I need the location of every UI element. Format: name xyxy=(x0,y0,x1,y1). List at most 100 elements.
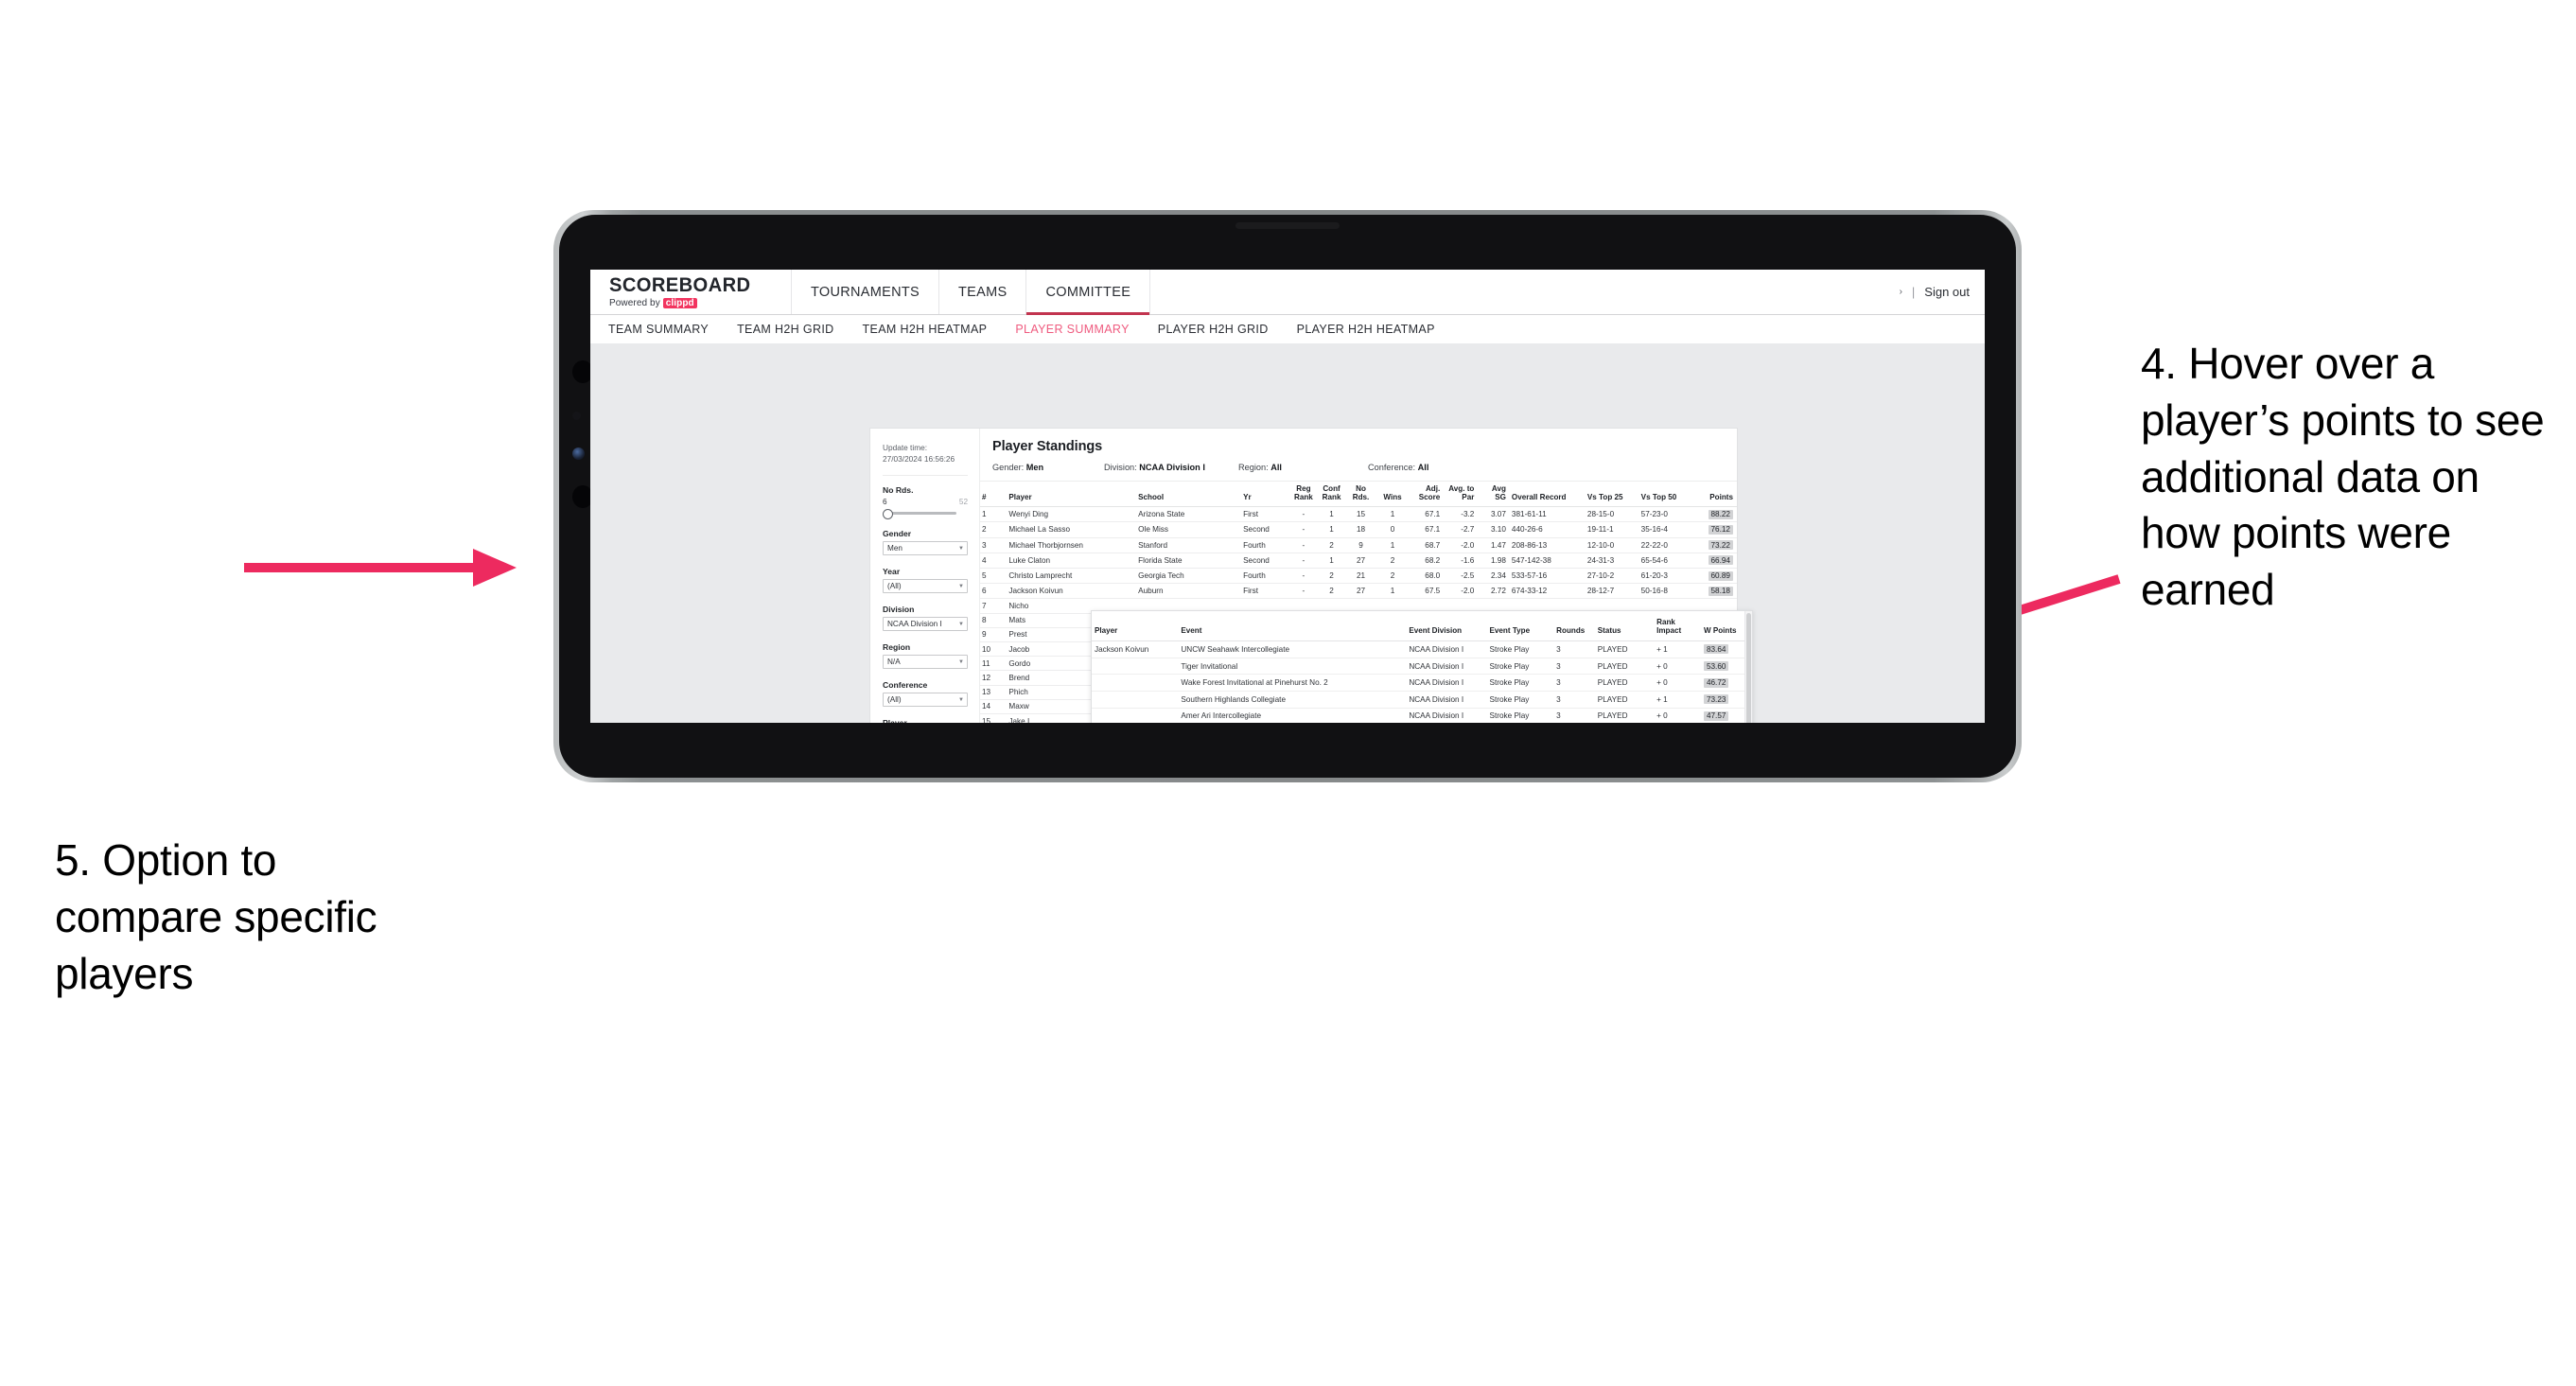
tablet-body: SCOREBOARD Powered by clippd TOURNAMENTS… xyxy=(559,215,2016,778)
col-school[interactable]: School xyxy=(1136,482,1242,508)
tt-cell-rounds: 3 xyxy=(1553,708,1595,723)
filter-player: Player (All) ▼ xyxy=(883,718,968,723)
col-vs-top-25[interactable]: Vs Top 25 xyxy=(1585,482,1639,508)
cell-par: -2.0 xyxy=(1444,537,1479,553)
tt-cell-player: Jackson Koivun xyxy=(1092,640,1179,658)
sign-out-link[interactable]: Sign out xyxy=(1924,285,1970,299)
tab-team-summary[interactable]: TEAM SUMMARY xyxy=(608,323,709,336)
col-points[interactable]: Points xyxy=(1692,482,1737,508)
cell-yr: Second xyxy=(1241,521,1290,538)
tooltip-scrollbar-thumb[interactable] xyxy=(1746,613,1751,723)
cell-points: 66.94 xyxy=(1692,553,1737,569)
nav-teams[interactable]: TEAMS xyxy=(939,270,1027,314)
col-rank[interactable]: # xyxy=(980,482,1008,508)
cell-par: -2.5 xyxy=(1444,568,1479,585)
tt-points-badge: 46.72 xyxy=(1703,677,1729,688)
slider-handle[interactable] xyxy=(883,509,893,520)
app-canvas: Update time: 27/03/2024 16:56:26 No Rds.… xyxy=(590,343,1985,723)
tt-col-rank-impact: Rank Impact xyxy=(1654,611,1701,642)
year-select-value: (All) xyxy=(887,582,902,591)
col-yr[interactable]: Yr xyxy=(1241,482,1290,508)
gender-select[interactable]: Men ▼ xyxy=(883,541,968,556)
col-vs-top-50[interactable]: Vs Top 50 xyxy=(1638,482,1693,508)
cell-rank: 13 xyxy=(980,685,1008,700)
brand-subtitle: Powered by clippd xyxy=(609,298,770,308)
tab-player-h2h-heatmap[interactable]: PLAYER H2H HEATMAP xyxy=(1297,323,1435,336)
tooltip-scrollbar[interactable] xyxy=(1744,611,1752,723)
tooltip-table-body: Jackson Koivun UNCW Seahawk Intercollegia… xyxy=(1092,640,1752,723)
col-no-rds[interactable]: No Rds. xyxy=(1346,482,1376,508)
divider: | xyxy=(1911,285,1916,299)
cell-rank: 8 xyxy=(980,613,1008,628)
tab-player-h2h-grid[interactable]: PLAYER H2H GRID xyxy=(1158,323,1269,336)
secondary-nav: TEAM SUMMARY TEAM H2H GRID TEAM H2H HEAT… xyxy=(590,315,1985,344)
chevron-down-icon: ▼ xyxy=(958,545,964,552)
table-row[interactable]: 1 Wenyi Ding Arizona State First -1 15 1 67.1 -3… xyxy=(980,506,1737,523)
tooltip-header-row: Player Event Event Division Event Type R… xyxy=(1092,611,1752,642)
table-row[interactable]: 3 Michael Thorbjornsen Stanford Fourth -2 9 1 6… xyxy=(980,537,1737,553)
table-row[interactable]: 6 Jackson Koivun Auburn First -2 27 1 67.5 -2.0 2… xyxy=(980,583,1737,600)
points-badge[interactable]: 76.12 xyxy=(1708,524,1733,535)
cell-t50: 57-23-0 xyxy=(1638,506,1693,523)
tt-cell-impact: + 0 xyxy=(1654,674,1701,692)
nav-tournaments[interactable]: TOURNAMENTS xyxy=(792,270,940,314)
tt-col-event-type: Event Type xyxy=(1486,611,1554,642)
tablet-sensor-icon xyxy=(572,412,581,420)
tab-player-summary[interactable]: PLAYER SUMMARY xyxy=(1015,323,1129,336)
tt-cell-player xyxy=(1092,691,1179,709)
table-row[interactable]: 5 Christo Lamprecht Georgia Tech Fourth -2 21… xyxy=(980,568,1737,585)
no-rds-slider[interactable] xyxy=(883,508,968,520)
cell-t25: 12-10-0 xyxy=(1585,537,1639,553)
annotation-right-text: 4. Hover over a player’s points to see a… xyxy=(2141,339,2545,615)
tab-team-h2h-grid[interactable]: TEAM H2H GRID xyxy=(737,323,833,336)
col-overall-record[interactable]: Overall Record xyxy=(1509,482,1586,508)
col-adj-score[interactable]: Adj. Score xyxy=(1410,482,1445,508)
update-time-block: Update time: 27/03/2024 16:56:26 xyxy=(883,442,968,465)
points-badge[interactable]: 66.94 xyxy=(1708,555,1733,566)
cell-conf: 2 xyxy=(1317,583,1347,600)
division-select[interactable]: NCAA Division I ▼ xyxy=(883,617,968,632)
table-row[interactable]: 4 Luke Claton Florida State Second -1 27 2 68.2… xyxy=(980,553,1737,569)
cell-par: -2.7 xyxy=(1444,521,1479,538)
points-badge[interactable]: 73.22 xyxy=(1708,540,1733,551)
tooltip-row: Amer Ari Intercollegiate NCAA Division IS… xyxy=(1092,708,1752,723)
cell-rank: 1 xyxy=(980,506,1008,523)
tt-cell-impact: + 0 xyxy=(1654,708,1701,723)
col-avg-sg[interactable]: Avg SG xyxy=(1478,482,1510,508)
points-badge[interactable]: 60.89 xyxy=(1708,570,1733,581)
conference-select[interactable]: (All) ▼ xyxy=(883,693,968,708)
cell-rank: 3 xyxy=(980,537,1008,553)
col-conf-rank[interactable]: Conf Rank xyxy=(1317,482,1347,508)
standings-table-head: # Player School Yr Reg Rank Conf Rank No… xyxy=(980,482,1737,508)
cell-wins: 0 xyxy=(1375,521,1411,538)
chevron-down-icon: ▼ xyxy=(958,621,964,627)
points-badge[interactable]: 58.18 xyxy=(1708,586,1733,596)
region-select[interactable]: N/A ▼ xyxy=(883,655,968,670)
year-select[interactable]: (All) ▼ xyxy=(883,579,968,594)
cell-reg: - xyxy=(1289,506,1318,523)
cell-t25: 19-11-1 xyxy=(1585,521,1639,538)
table-row[interactable]: 2 Michael La Sasso Ole Miss Second -1 18 0 67.1… xyxy=(980,521,1737,538)
col-wins[interactable]: Wins xyxy=(1375,482,1411,508)
col-reg-rank[interactable]: Reg Rank xyxy=(1289,482,1318,508)
cell-adj: 67.5 xyxy=(1410,583,1445,600)
cell-rank: 12 xyxy=(980,670,1008,686)
meta-conference: Conference: All xyxy=(1368,463,1428,472)
chevron-down-icon: ▼ xyxy=(958,583,964,589)
points-badge[interactable]: 88.22 xyxy=(1708,509,1733,519)
cell-school: Auburn xyxy=(1136,583,1242,600)
chevron-right-icon[interactable]: › xyxy=(1900,287,1902,297)
tab-team-h2h-heatmap[interactable]: TEAM H2H HEATMAP xyxy=(863,323,988,336)
nav-committee[interactable]: COMMITTEE xyxy=(1026,270,1151,315)
col-avg-to-par[interactable]: Avg. to Par xyxy=(1444,482,1479,508)
tt-cell-type: Stroke Play xyxy=(1486,658,1554,675)
tt-cell-rounds: 3 xyxy=(1553,640,1595,658)
cell-points: 58.18 xyxy=(1692,583,1737,600)
tt-rank-impact-line1: Rank xyxy=(1656,618,1675,626)
filter-region: Region N/A ▼ xyxy=(883,642,968,670)
col-player[interactable]: Player xyxy=(1007,482,1137,508)
annotation-left-arrow xyxy=(244,549,517,587)
cell-t25: 24-31-3 xyxy=(1585,553,1639,569)
meta-gender-label: Gender: xyxy=(992,463,1025,472)
cell-school: Stanford xyxy=(1136,537,1242,553)
